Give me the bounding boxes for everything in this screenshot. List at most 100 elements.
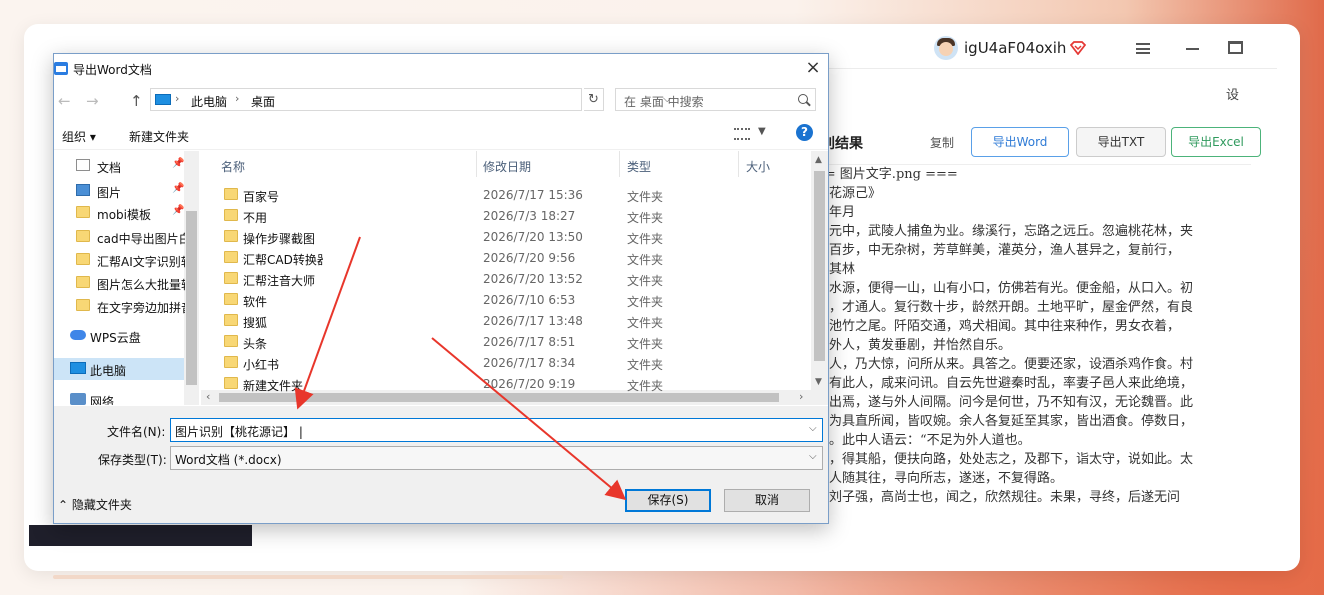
file-date: 2026/7/17 8:34	[483, 356, 576, 370]
file-row[interactable]: 汇帮CAD转换器 2026/7/20 9:56 文件夹	[201, 247, 811, 268]
file-name: 软件	[243, 295, 268, 309]
result-line: 南阳刘子强，高尚士也，闻之，欣然规往。未果，寻终，后遂无问	[803, 490, 1181, 505]
file-date: 2026/7/17 15:36	[483, 188, 583, 202]
file-row[interactable]: 操作步骤截图 2026/7/20 13:50 文件夹	[201, 226, 811, 247]
app-dark-panel	[29, 525, 252, 546]
folder-icon	[76, 276, 90, 288]
sidebar-item[interactable]: 图片 📌	[54, 180, 184, 202]
file-date: 2026/7/17 13:48	[483, 314, 583, 328]
export-txt-button[interactable]: 导出TXT	[1076, 127, 1166, 157]
forward-arrow-icon[interactable]: →	[86, 92, 99, 110]
result-line: 辞去。此中人语云：“不足为外人道也。	[803, 433, 1031, 448]
chevron-down-icon[interactable]: ⌵	[809, 451, 817, 462]
sidebar-item[interactable]: 在文字旁边加拼音	[54, 295, 185, 317]
file-date: 2026/7/20 9:56	[483, 251, 576, 265]
file-date: 2026/7/20 13:50	[483, 230, 583, 244]
result-line: 不复出焉，遂与外人间隔。问今是何世，乃不知有汉，无论魏晋。此	[803, 395, 1194, 410]
file-list: ^ 名称 修改日期 类型 大小 ▲ ▼ ‹ › 百家号 2026/7/17 15:36…	[201, 151, 828, 405]
app-icon	[54, 62, 68, 75]
filetype-select[interactable]: Word文档 (*.docx)	[170, 446, 823, 470]
file-row[interactable]: 小红书 2026/7/17 8:34 文件夹	[201, 352, 811, 373]
filetype-label: 保存类型(T):	[98, 453, 167, 467]
pin-icon: 📌	[172, 205, 185, 216]
network-icon	[70, 393, 86, 405]
folder-icon	[224, 356, 238, 368]
file-type: 文件夹	[627, 358, 664, 372]
minimize-icon[interactable]	[1186, 48, 1199, 50]
column-header-type[interactable]: 类型	[607, 151, 727, 177]
file-row[interactable]: 新建文件夹 2026/7/20 9:19 文件夹	[201, 373, 811, 394]
maximize-icon[interactable]	[1228, 41, 1243, 54]
cloud-icon	[70, 330, 86, 340]
hide-folders-toggle[interactable]: ⌃ 隐藏文件夹	[58, 496, 132, 513]
file-date: 2026/7/3 18:27	[483, 209, 576, 223]
export-word-button[interactable]: 导出Word	[971, 127, 1069, 157]
result-line: === 图片文字.png ===	[803, 167, 958, 182]
organize-menu[interactable]: 组织 ▾	[62, 128, 96, 145]
file-row[interactable]: 搜狐 2026/7/17 13:48 文件夹	[201, 310, 811, 331]
sidebar-item[interactable]: 汇帮AI文字识别软件	[54, 249, 185, 271]
sidebar-item[interactable]: 文档 📌	[54, 155, 184, 177]
result-line: 田美池竹之尾。阡陌交通，鸡犬相闻。其中往来种作，男女衣着，	[803, 319, 1181, 334]
breadcrumb-this-pc[interactable]: 此电脑	[191, 93, 227, 110]
save-button[interactable]: 保存(S)	[625, 489, 711, 512]
chevron-right-icon: ›	[175, 92, 180, 105]
file-row[interactable]: 汇帮注音大师 2026/7/20 13:52 文件夹	[201, 268, 811, 289]
app-header: igU4aF04oxih	[804, 29, 1277, 69]
new-folder-button[interactable]: 新建文件夹	[129, 128, 189, 145]
folder-icon	[224, 209, 238, 221]
sidebar-item[interactable]: 此电脑	[54, 358, 184, 380]
file-row[interactable]: 头条 2026/7/17 8:51 文件夹	[201, 331, 811, 352]
chevron-down-icon[interactable]: ⌵	[809, 423, 817, 434]
copy-button[interactable]: 复制	[930, 134, 954, 151]
help-icon[interactable]: ?	[796, 124, 813, 141]
search-input[interactable]: 在 桌面 中搜索	[615, 88, 816, 111]
result-text-panel[interactable]: === 图片文字.png === 《桃花源己》 陶渊年月 晋太元中，武陵人捕鱼为业。缘…	[801, 164, 1251, 516]
file-row[interactable]: 不用 2026/7/3 18:27 文件夹	[201, 205, 811, 226]
sidebar-item-label: WPS云盘	[90, 331, 141, 345]
search-icon[interactable]	[798, 94, 808, 104]
sidebar-item[interactable]: WPS云盘	[54, 325, 184, 347]
cancel-button[interactable]: 取消	[724, 489, 810, 512]
sidebar-item[interactable]: 图片怎么大批量转	[54, 272, 185, 294]
file-type: 文件夹	[627, 274, 664, 288]
column-header-name[interactable]: ^ 名称	[201, 151, 476, 177]
breadcrumb-desktop[interactable]: 桌面	[251, 93, 275, 110]
file-row[interactable]: 软件 2026/7/10 6:53 文件夹	[201, 289, 811, 310]
file-list-vertical-scrollbar[interactable]: ▲ ▼	[811, 151, 828, 390]
sidebar-item[interactable]: mobi模板 📌	[54, 202, 184, 224]
refresh-icon[interactable]: ↻	[584, 88, 604, 111]
column-header-size[interactable]: 大小	[726, 151, 811, 177]
avatar[interactable]	[934, 36, 958, 60]
folder-icon	[224, 251, 238, 263]
chevron-down-icon[interactable]: ▼	[758, 126, 766, 137]
chevron-right-icon: ›	[235, 92, 240, 105]
settings-tab-partial[interactable]: 设	[1226, 84, 1239, 103]
up-arrow-icon[interactable]: ↑	[130, 92, 143, 110]
view-options-icon[interactable]	[734, 128, 750, 140]
file-row[interactable]: 百家号 2026/7/17 15:36 文件夹	[201, 184, 811, 205]
sidebar-item-label: 汇帮AI文字识别软件	[97, 255, 185, 269]
sidebar-item-label: 网络	[90, 395, 115, 405]
file-date: 2026/7/20 9:19	[483, 377, 576, 391]
menu-icon[interactable]	[1136, 43, 1150, 54]
column-header-date[interactable]: 修改日期	[463, 151, 606, 177]
sidebar-scrollbar[interactable]	[184, 151, 199, 405]
folder-icon	[224, 272, 238, 284]
folder-icon	[224, 377, 238, 389]
folder-icon	[224, 188, 238, 200]
search-placeholder: 在 桌面 中搜索	[624, 95, 704, 109]
username: igU4aF04oxih	[964, 39, 1067, 57]
picture-icon	[76, 184, 90, 196]
result-line: 林尽水源，便得一山，山有小口，仿佛若有光。便金船，从口入。初	[803, 281, 1194, 296]
computer-icon	[155, 94, 171, 105]
pin-icon: 📌	[172, 158, 185, 169]
address-bar[interactable]: › 此电脑 › 桌面 ⌵	[150, 88, 671, 111]
dialog-footer: 文件名(N): 图片识别【桃花源记】 | ⌵ 保存类型(T): Word文档 (…	[54, 406, 828, 523]
sidebar-item[interactable]: 网络	[54, 389, 184, 405]
close-icon[interactable]: ×	[803, 58, 823, 78]
filename-input[interactable]: 图片识别【桃花源记】 |	[170, 418, 823, 442]
sidebar-item[interactable]: cad中导出图片白	[54, 226, 185, 248]
export-excel-button[interactable]: 导出Excel	[1171, 127, 1261, 157]
back-arrow-icon[interactable]: ←	[58, 92, 71, 110]
